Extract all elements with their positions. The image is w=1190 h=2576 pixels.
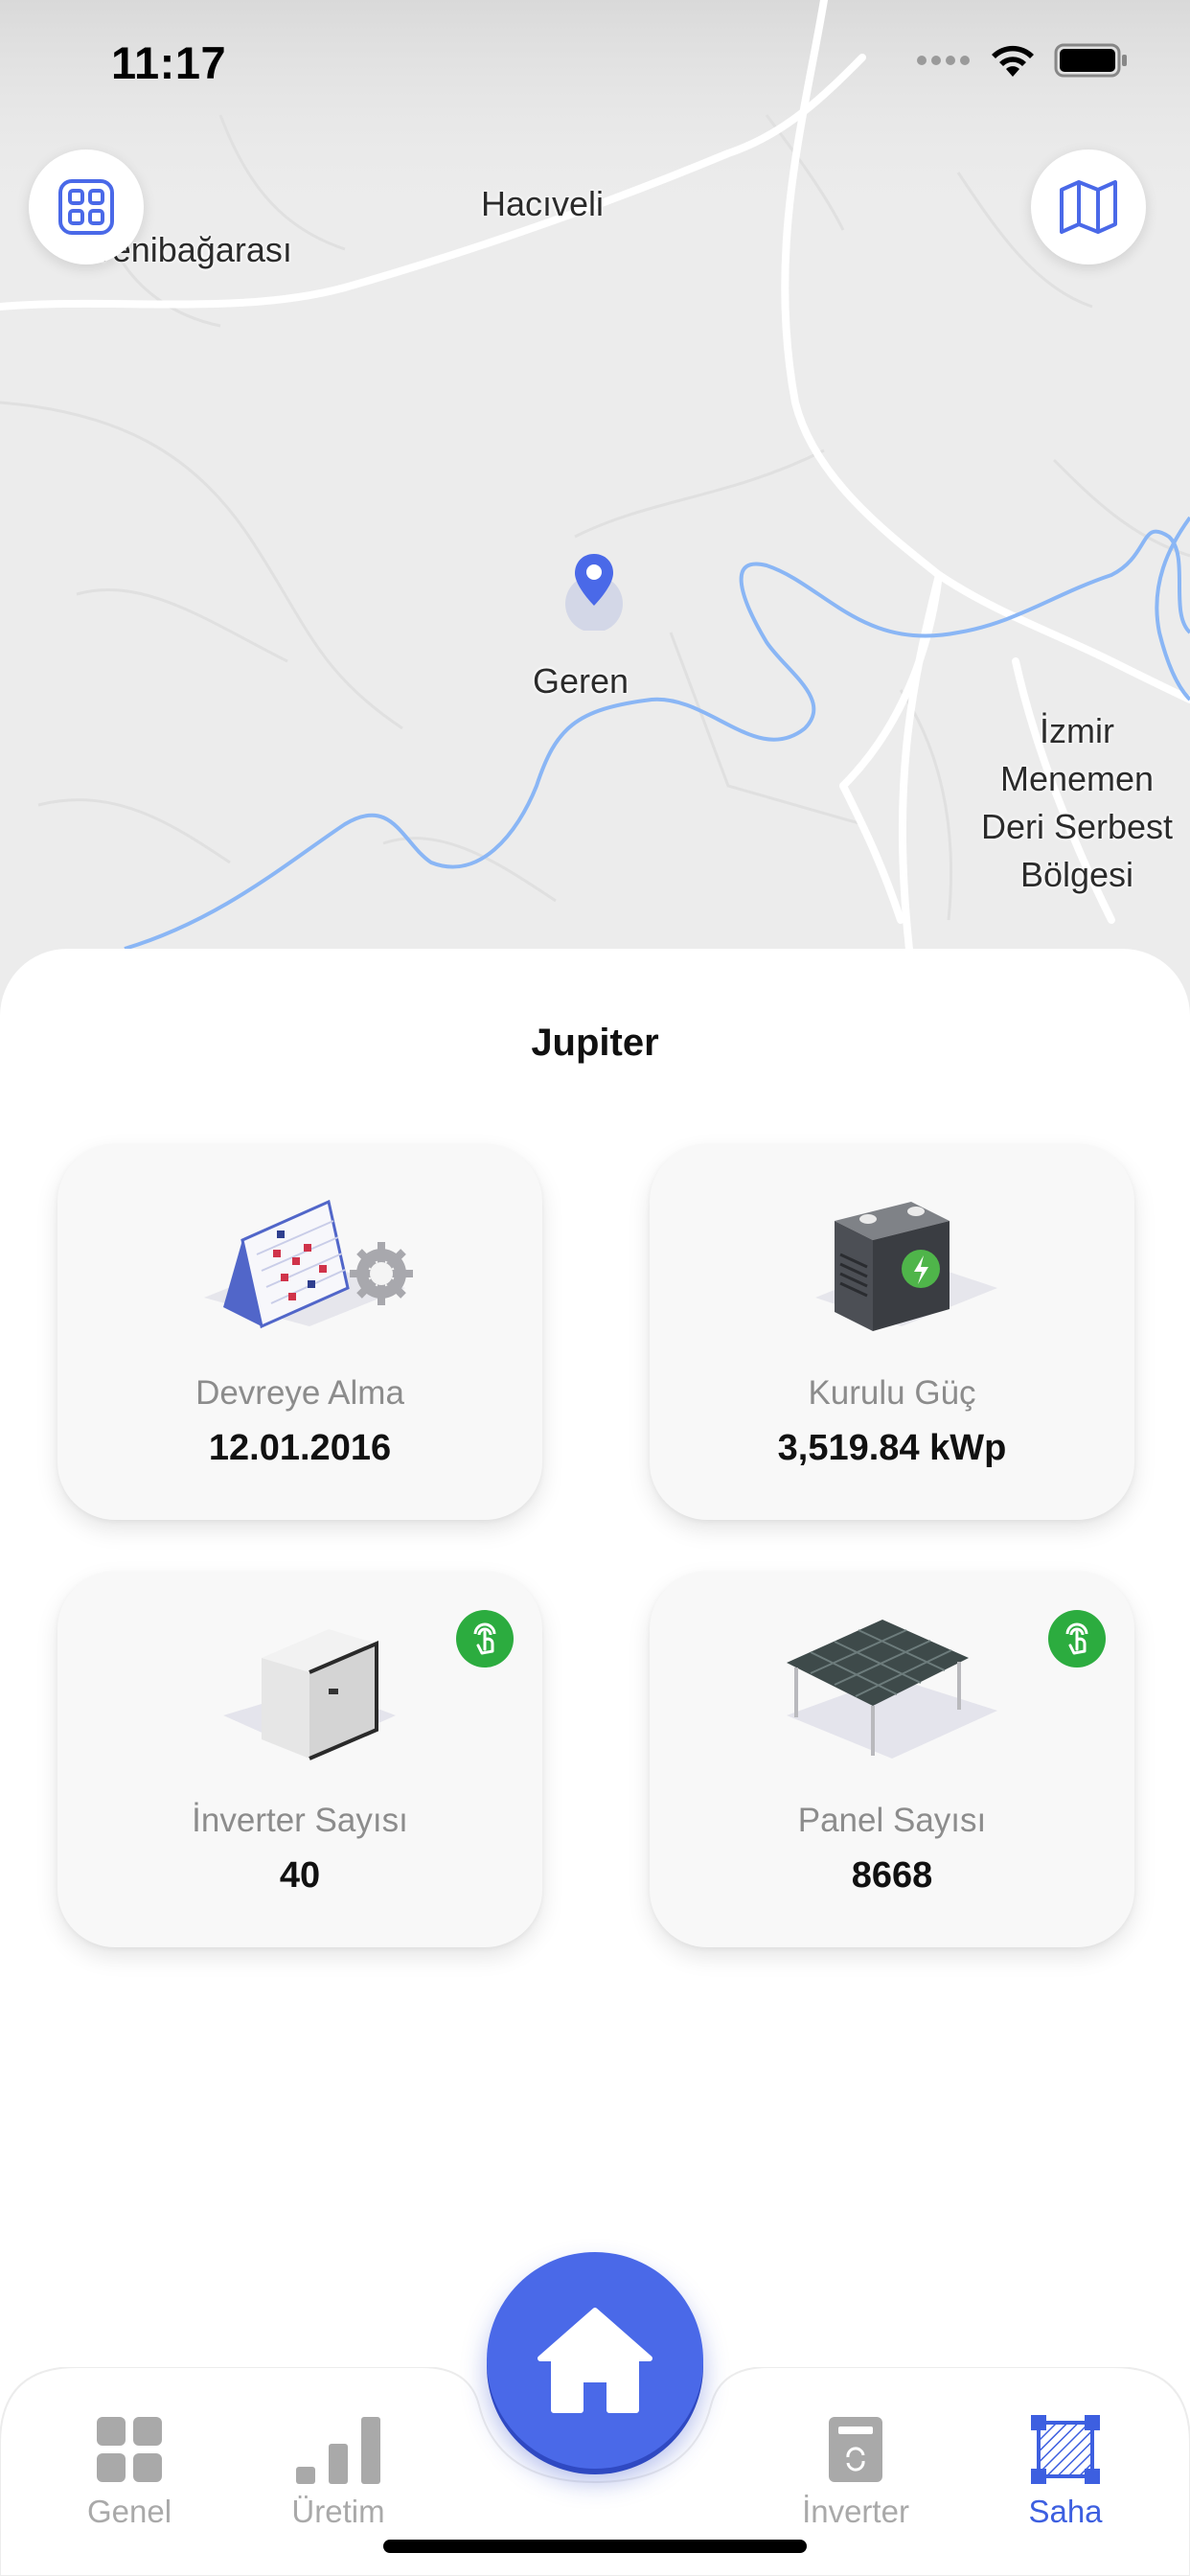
map-label-izmir-line4: Bölgesi [1019, 855, 1134, 894]
bar-chart-icon [296, 2417, 380, 2484]
card-value: 8668 [851, 1855, 933, 1896]
tab-label: Genel [86, 2494, 172, 2529]
card-value: 12.01.2016 [208, 1428, 392, 1468]
calendar-gear-icon [57, 1183, 542, 1336]
site-title: Jupiter [531, 1022, 659, 1064]
inverter-count-card[interactable]: İnverter Sayısı 40 [57, 1572, 542, 1947]
tab-genel[interactable]: Genel [34, 2415, 225, 2530]
home-button[interactable] [487, 2252, 703, 2469]
commissioning-card: Devreye Alma 12.01.2016 [57, 1144, 542, 1520]
map-mode-button[interactable] [1031, 150, 1146, 264]
card-value: 40 [279, 1855, 321, 1896]
dashboard-button[interactable] [29, 150, 144, 264]
tab-label: Üretim [291, 2494, 385, 2529]
map-icon [1060, 180, 1117, 234]
installed-power-card: Kurulu Güç 3,519.84 kWp [650, 1144, 1134, 1520]
card-label: Devreye Alma [195, 1374, 404, 1412]
inverter-tab-icon [829, 2417, 882, 2482]
tab-inverter[interactable]: İnverter [760, 2415, 951, 2530]
card-label: Kurulu Güç [808, 1374, 976, 1412]
map-label-haciveli: Hacıveli [481, 184, 605, 223]
home-indicator[interactable] [383, 2540, 807, 2553]
map-label-izmir: İzmir Menemen Deri Serbest Bölgesi [968, 707, 1186, 899]
map-label-geren: Geren [533, 661, 629, 701]
map-view[interactable]: Hacıveli Yenibağarası Geren İzmir Meneme… [0, 0, 1190, 1016]
status-time: 11:17 [111, 37, 227, 88]
status-icons [916, 42, 1129, 79]
card-label: İnverter Sayısı [192, 1802, 408, 1839]
card-label: Panel Sayısı [797, 1802, 987, 1839]
grid-icon [58, 179, 114, 235]
tab-label: İnverter [802, 2494, 909, 2529]
inverter-icon [57, 1610, 542, 1763]
tab-saha[interactable]: Saha [970, 2415, 1161, 2530]
home-icon [538, 2308, 652, 2413]
area-select-icon [1031, 2415, 1100, 2484]
tab-uretim[interactable]: Üretim [242, 2415, 434, 2530]
panel-count-card[interactable]: Panel Sayısı 8668 [650, 1572, 1134, 1947]
map-label-izmir-line3: Deri Serbest [980, 807, 1174, 846]
card-value: 3,519.84 kWp [777, 1428, 1007, 1468]
wifi-icon [992, 45, 1034, 77]
battery-icon [1054, 43, 1127, 78]
signal-dots-icon [917, 56, 970, 65]
map-label-izmir-line2: Menemen [999, 759, 1155, 798]
tab-label: Saha [1028, 2494, 1103, 2529]
map-label-izmir-line1: İzmir [1040, 711, 1114, 750]
grid-tab-icon [97, 2417, 162, 2482]
battery-box-icon [650, 1183, 1134, 1336]
solar-panel-icon [650, 1610, 1134, 1763]
location-pin-icon[interactable] [554, 550, 634, 632]
